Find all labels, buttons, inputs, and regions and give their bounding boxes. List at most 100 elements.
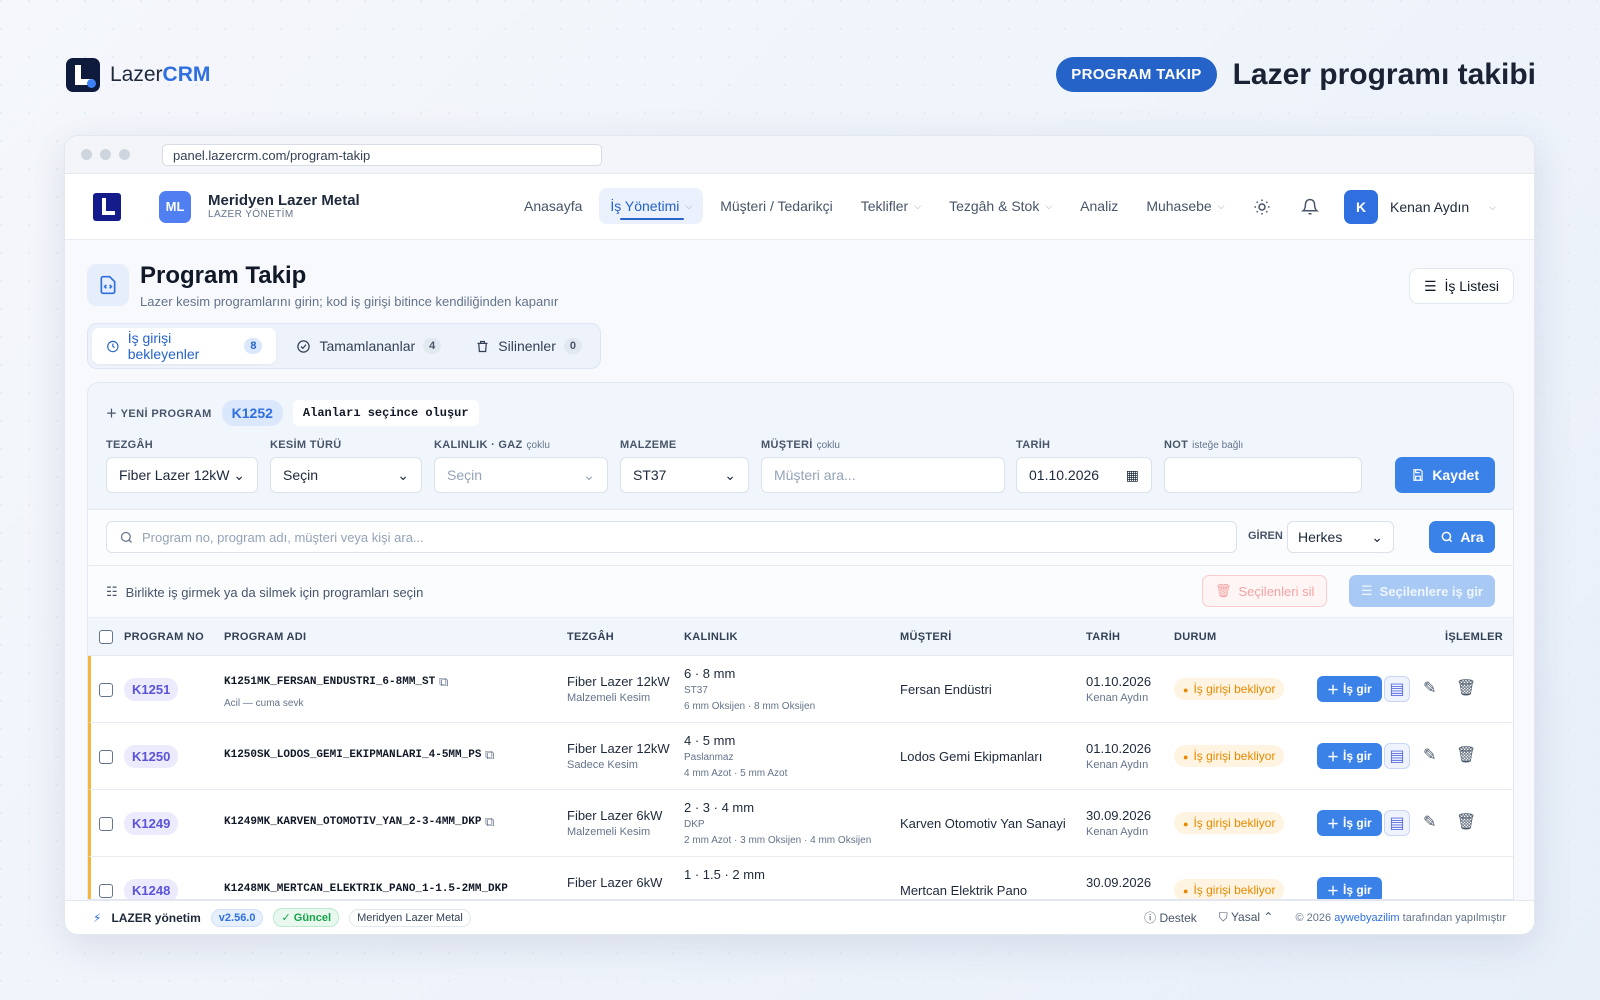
edit-pencil-icon[interactable]: ✎ [1423,745,1436,765]
menu-item-tezgah-stok[interactable]: Tezgâh & Stok ⌵ [938,188,1063,224]
kalinlik-value: 1 · 1.5 · 2 mm [684,867,765,882]
tab-count: 0 [563,338,582,354]
col-program-adi[interactable]: PROGRAM ADI [224,631,306,643]
is-listesi-button[interactable]: ☰ İş Listesi [1408,268,1514,304]
chevron-down-icon: ⌄ [724,466,736,483]
col-durum[interactable]: DURUM [1174,631,1216,643]
calendar-icon[interactable]: ▦ [1126,467,1139,484]
brand-name: LazerCRM [110,63,211,86]
tab-is-girisi-bekleyenler[interactable]: İş girişi bekleyenler 8 [92,328,277,364]
col-musteri[interactable]: MÜŞTERİ [900,631,952,643]
program-search-input[interactable]: Program no, program adı, müşteri veya ki… [106,521,1237,553]
malzeme-field: MALZEME ST37 ⌄ [620,439,749,493]
tab-count: 4 [423,338,442,354]
delete-selected-button[interactable]: 🗑 Seçilenleri sil [1202,575,1328,607]
gaz-value: 4 mm Azot · 5 mm Azot [684,768,788,779]
edit-pencil-icon[interactable]: ✎ [1423,678,1436,698]
program-code[interactable]: K1251 [124,678,179,701]
main-menu: Anasayfa İş Yönetimi ⌵ Müşteri / Tedarikç… [513,188,1236,224]
row-checkbox[interactable] [99,683,113,697]
user-avatar[interactable]: K [1344,190,1379,224]
version-badge: v2.56.0 [210,908,264,927]
document-icon[interactable]: ▤ [1384,743,1410,769]
trash-icon: 🗑 [1215,583,1232,598]
delete-trash-icon[interactable]: 🗑 [1456,678,1476,698]
copyright-link[interactable]: aywebyazilim [1334,912,1399,924]
program-code[interactable]: K1248 [124,879,179,899]
company-subtitle: LAZER YÖNETİM [208,209,294,221]
program-code[interactable]: K1250 [124,745,179,768]
copy-icon[interactable]: ⧉ [485,747,494,763]
address-bar[interactable]: panel.lazercrm.com/program-takip [162,143,602,166]
plus-icon: ＋ [1327,883,1340,898]
chevron-down-icon: ⌵ [1217,200,1225,211]
app-logo-icon[interactable] [93,192,121,221]
delete-trash-icon[interactable]: 🗑 [1456,745,1476,765]
malzeme-value: ST37 [684,685,708,696]
is-gir-button[interactable]: ＋ İş gir [1317,676,1382,702]
document-icon[interactable]: ▤ [1384,676,1410,702]
footer-links: ⓘ Destek ⛉ Yasal ⌃ © 2026 aywebyazilim t… [1144,909,1506,926]
menu-item-analiz[interactable]: Analiz [1069,188,1129,224]
program-code[interactable]: K1249 [124,812,179,835]
col-program-no[interactable]: PROGRAM NO [124,631,204,643]
table-row: K1251 K1251MK_FERSAN_ENDUSTRI_6-8MM_ST ⧉… [88,656,1513,723]
chevron-down-icon[interactable]: ⌵ [1489,202,1496,213]
notifications-bell-icon[interactable] [1296,193,1324,221]
not-field: NOT isteğe bağlı [1164,439,1362,493]
kaydet-button[interactable]: Kaydet [1395,457,1495,493]
menu-item-teklifler[interactable]: Teklifler ⌵ [850,188,932,224]
kesim-turu-select[interactable]: Seçin ⌄ [270,457,422,493]
tab-silinenler[interactable]: Silinenler 0 [461,328,596,364]
select-all-checkbox[interactable] [99,630,113,644]
company-badge: Meridyen Lazer Metal [349,908,471,927]
gaz-value: 2 mm Azot · 3 mm Oksijen · 4 mm Oksijen [684,835,872,846]
malzeme-select[interactable]: ST37 ⌄ [620,457,749,493]
menu-item-muhasebe[interactable]: Muhasebe ⌵ [1135,188,1235,224]
copy-icon[interactable]: ⧉ [485,814,494,830]
menu-item-musteri-tedarikci[interactable]: Müşteri / Tedarikçi [709,188,844,224]
kesim-value: Malzemeli Kesim [567,826,651,838]
enter-selected-button[interactable]: ☰ Seçilenlere iş gir [1349,575,1495,607]
not-input[interactable] [1164,457,1362,493]
tarih-value: 01.10.2026 [1086,674,1152,689]
delete-trash-icon[interactable]: 🗑 [1456,812,1476,832]
document-icon[interactable]: ▤ [1384,810,1410,836]
new-program-code: K1252 [221,400,283,426]
row-checkbox[interactable] [99,817,113,831]
tab-tamamlananlar[interactable]: Tamamlananlar 4 [282,328,455,364]
is-gir-button[interactable]: ＋ İş gir [1317,877,1382,899]
col-kalinlik[interactable]: KALINLIK [684,631,738,643]
col-tarih[interactable]: TARİH [1086,631,1120,643]
chevron-down-icon: ⌄ [1371,528,1383,545]
tarih-value: 01.10.2026 [1086,741,1152,756]
row-checkbox[interactable] [99,750,113,764]
is-gir-button[interactable]: ＋ İş gir [1317,743,1382,769]
tezgah-select[interactable]: Fiber Lazer 12kW ⌄ [106,457,258,493]
copy-icon[interactable]: ⧉ [439,674,448,690]
giren-label: GİREN [1248,530,1283,542]
col-tezgah[interactable]: TEZGÂH [567,631,614,643]
yasal-link[interactable]: ⛉ Yasal ⌃ [1219,910,1274,925]
is-gir-button[interactable]: ＋ İş gir [1317,810,1382,836]
edit-pencil-icon[interactable]: ✎ [1423,812,1436,832]
tarih-input[interactable]: 01.10.2026 ▦ [1016,457,1152,493]
program-panel: ＋ YENİ PROGRAM K1252 Alanları seçince ol… [87,382,1514,900]
giren-select[interactable]: Herkes ⌄ [1287,521,1394,553]
ara-button[interactable]: Ara [1429,521,1495,553]
window-dot[interactable] [100,149,111,160]
menu-item-anasayfa[interactable]: Anasayfa [513,188,593,224]
chevron-down-icon: ⌵ [914,200,922,211]
copyright: © 2026 aywebyazilim tarafından yapılmışt… [1295,911,1506,924]
row-checkbox[interactable] [99,884,113,898]
window-dot[interactable] [119,149,130,160]
musteri-search-input[interactable]: Müşteri ara... [761,457,1005,493]
kisi-value: Kenan Aydın [1086,759,1149,771]
window-dot[interactable] [81,149,92,160]
user-name[interactable]: Kenan Aydın [1390,199,1469,215]
kalinlik-gaz-select[interactable]: Seçin ⌄ [434,457,608,493]
destek-link[interactable]: ⓘ Destek [1144,909,1197,926]
theme-toggle-sun-icon[interactable] [1248,193,1276,221]
menu-item-is-yonetimi[interactable]: İş Yönetimi ⌵ [599,188,704,224]
program-name: K1251MK_FERSAN_ENDUSTRI_6-8MM_ST [224,676,436,688]
